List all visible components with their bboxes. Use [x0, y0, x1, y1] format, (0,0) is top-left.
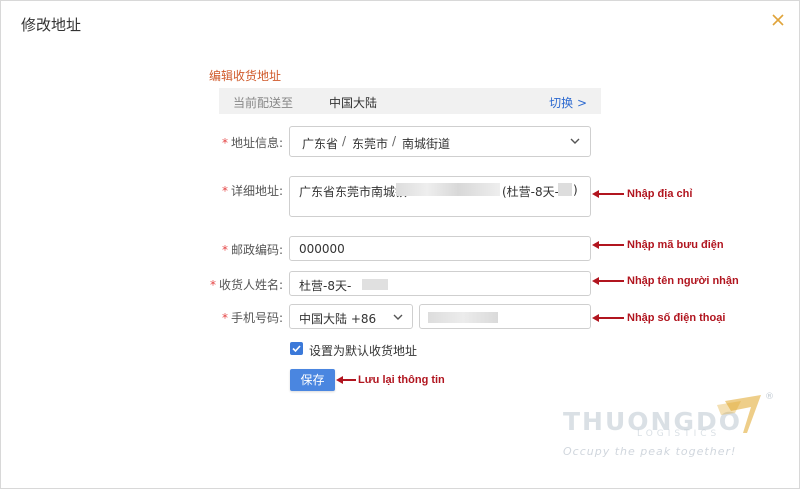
registered-mark: ® — [765, 392, 774, 402]
annotation-arrow — [592, 314, 624, 322]
required-mark: * — [221, 243, 228, 257]
region-separator: / — [342, 134, 347, 148]
annotation-address: Nhập địa chỉ — [627, 188, 693, 200]
country-code-value: 中国大陆 +86 — [299, 312, 377, 326]
annotation-arrow — [592, 241, 624, 249]
detail-address-text: 广东省东莞市南城镇 — [299, 185, 408, 199]
chevron-down-icon — [392, 311, 404, 326]
address-info-label: * 地址信息: — [221, 136, 283, 150]
default-address-label[interactable]: 设置为默认收货地址 — [309, 342, 417, 359]
zip-input[interactable]: 000000 — [289, 236, 591, 261]
required-mark: * — [221, 311, 228, 325]
watermark-sub: LOGISTICS — [637, 429, 721, 439]
dialog-title: 修改地址 — [21, 16, 82, 34]
phone-number-input[interactable] — [419, 304, 591, 329]
watermark-tagline: Occupy the peak together! — [563, 445, 737, 458]
annotation-arrow — [336, 376, 356, 384]
zip-value: 000000 — [299, 242, 345, 256]
save-button[interactable]: 保存 — [290, 369, 335, 391]
blurred-text — [362, 279, 388, 290]
recipient-name-label: * 收货人姓名: — [209, 278, 283, 292]
default-address-checkbox[interactable] — [290, 342, 303, 355]
annotation-phone: Nhập số điện thoại — [627, 312, 726, 324]
required-mark: * — [209, 278, 216, 292]
required-mark: * — [221, 136, 228, 150]
annotation-name: Nhập tên người nhận — [627, 275, 739, 287]
phone-label: * 手机号码: — [221, 311, 283, 325]
chevron-down-icon — [569, 135, 581, 150]
recipient-name-input[interactable]: 杜营-8天- — [289, 271, 591, 296]
edit-address-dialog: 修改地址 编辑收货地址 当前配送至 中国大陆 切换 > * 地址信息: 广东省 /… — [0, 0, 800, 489]
blurred-text — [558, 183, 572, 196]
delivery-value: 中国大陆 — [329, 96, 378, 110]
annotation-arrow — [592, 277, 624, 285]
district-value: 南城街道 — [402, 137, 451, 151]
province-value: 广东省 — [302, 137, 339, 151]
annotation-arrow — [592, 190, 624, 198]
blurred-text — [428, 312, 498, 323]
zip-label: * 邮政编码: — [221, 243, 283, 257]
annotation-save: Lưu lại thông tin — [358, 374, 445, 386]
check-icon — [292, 345, 301, 353]
detail-address-text: ) — [573, 183, 578, 197]
blurred-text — [396, 183, 500, 196]
logo-mark-icon — [717, 393, 763, 443]
city-value: 东莞市 — [352, 137, 389, 151]
detail-address-text: (杜营-8天- — [502, 185, 559, 199]
switch-region-link[interactable]: 切换 > — [549, 94, 587, 111]
detail-address-label: * 详细地址: — [221, 184, 283, 198]
delivery-label: 当前配送至 — [233, 96, 294, 110]
country-code-select[interactable]: 中国大陆 +86 — [289, 304, 413, 329]
required-mark: * — [221, 184, 228, 198]
region-select[interactable]: 广东省 / 东莞市 / 南城街道 — [289, 126, 591, 157]
delivery-region-bar: 当前配送至 中国大陆 切换 > — [219, 88, 601, 114]
detail-address-textarea[interactable]: 广东省东莞市南城镇 (杜营-8天- ) — [289, 176, 591, 217]
region-separator: / — [392, 134, 397, 148]
section-title: 编辑收货地址 — [209, 69, 282, 83]
close-icon[interactable] — [769, 11, 787, 29]
annotation-zip: Nhập mã bưu điện — [627, 239, 724, 251]
recipient-name-value: 杜营-8天- — [299, 279, 352, 293]
